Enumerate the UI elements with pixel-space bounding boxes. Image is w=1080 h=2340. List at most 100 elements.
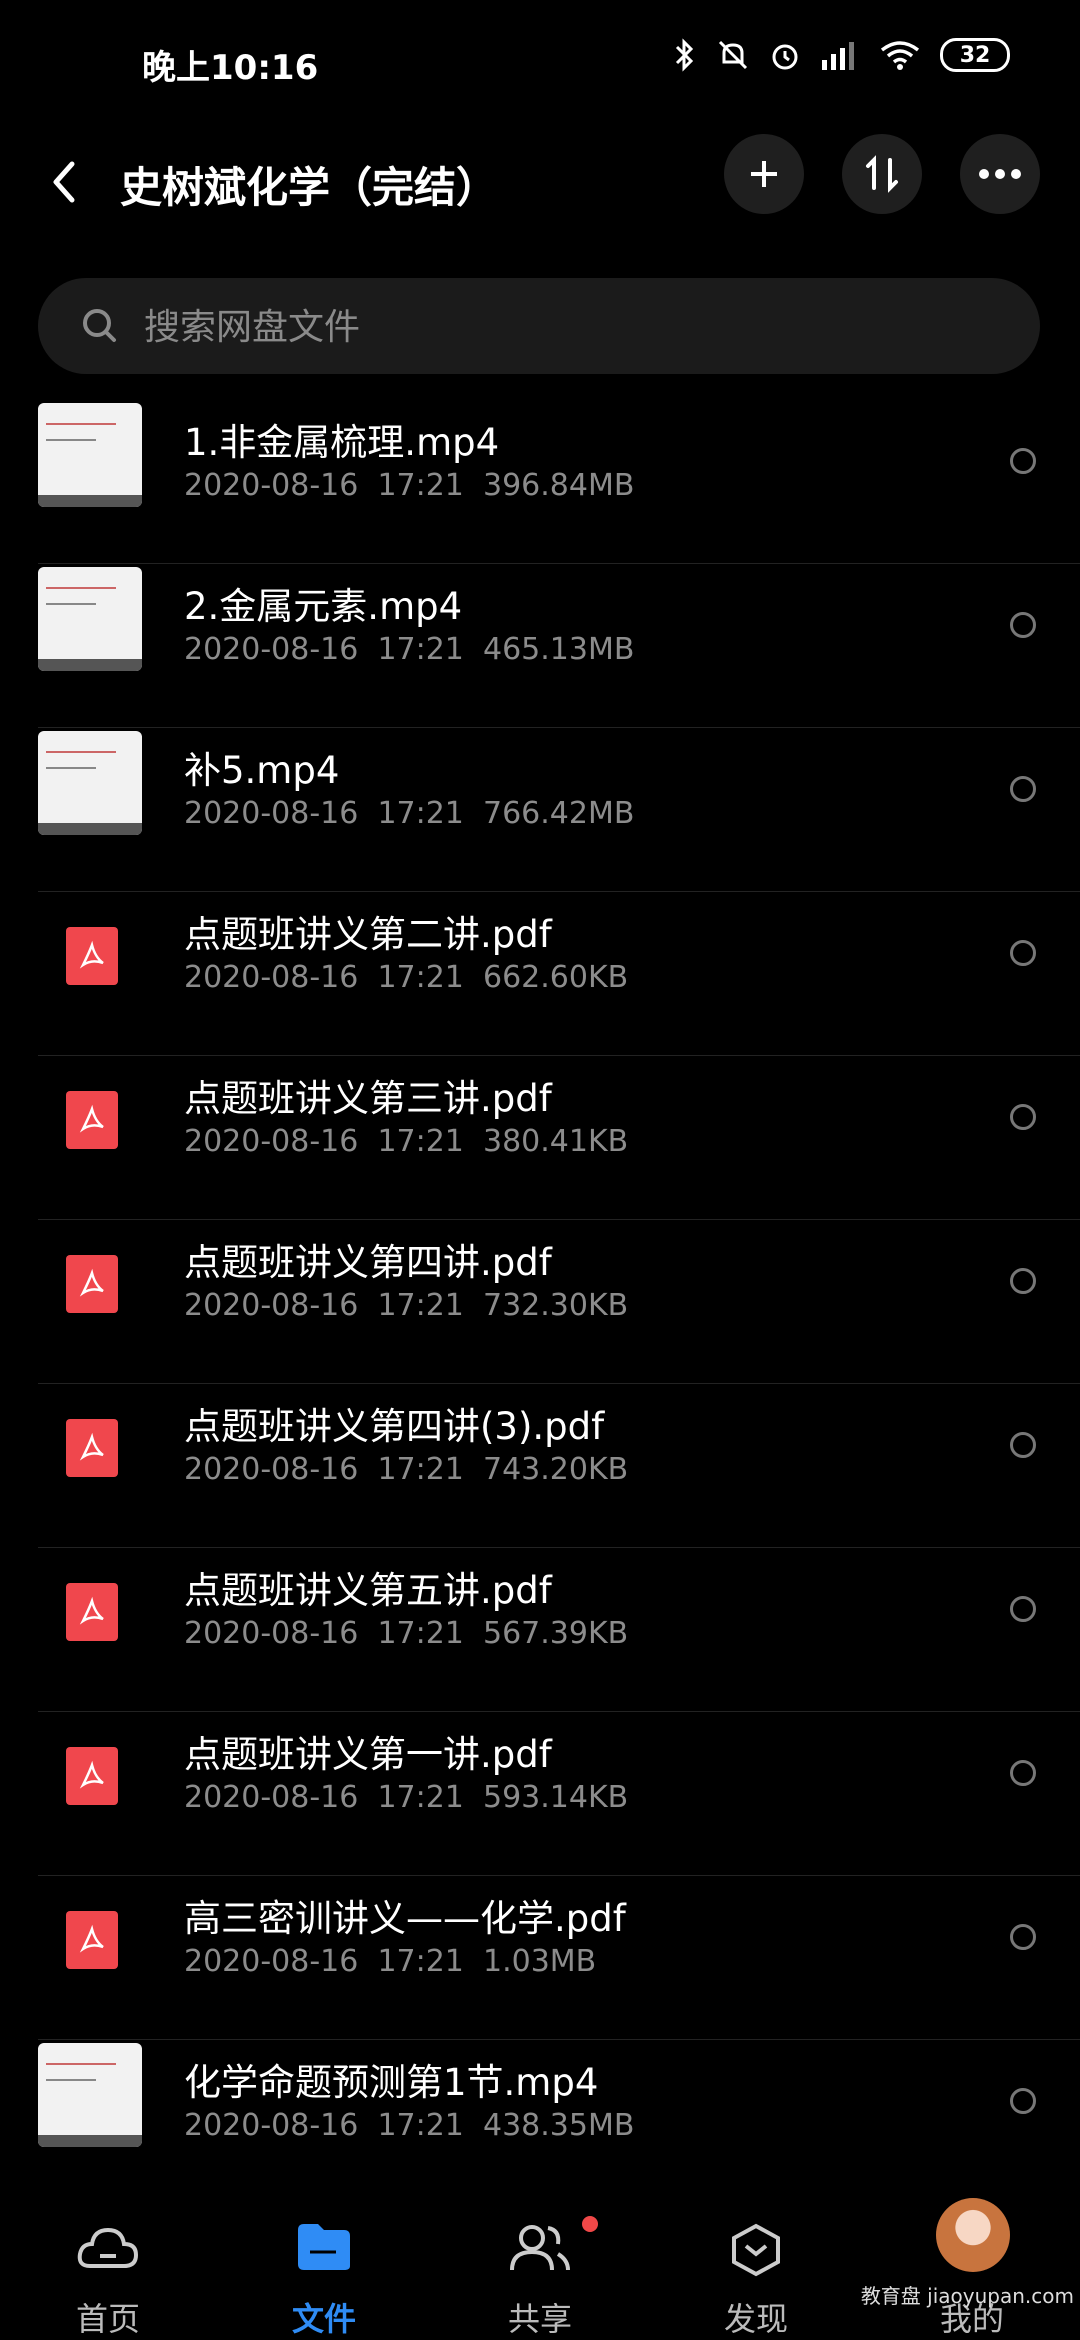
- file-name: 1.非金属梳理.mp4: [184, 421, 500, 464]
- file-meta: 2020-08-16 17:21 567.39KB: [184, 1616, 628, 1651]
- add-button[interactable]: [724, 134, 804, 214]
- share-badge: [582, 2216, 598, 2232]
- status-icons: 32: [672, 38, 1010, 72]
- file-time: 17:21: [377, 1288, 464, 1323]
- file-size: 380.41KB: [482, 1124, 629, 1159]
- alarm-icon: [772, 44, 798, 70]
- file-time: 17:21: [377, 1616, 464, 1651]
- video-thumbnail: [38, 731, 142, 835]
- file-time: 17:21: [377, 468, 464, 503]
- file-row[interactable]: 点题班讲义第三讲.pdf 2020-08-16 17:21 380.41KB: [38, 1056, 1080, 1220]
- folder-icon: [298, 2224, 350, 2270]
- file-size: 438.35MB: [482, 2108, 635, 2143]
- file-date: 2020-08-16: [184, 632, 359, 667]
- select-checkbox[interactable]: [1010, 940, 1036, 966]
- file-name: 化学命题预测第1节.mp4: [184, 2061, 599, 2104]
- nav-home[interactable]: 首页: [0, 2172, 216, 2340]
- file-time: 17:21: [377, 1452, 464, 1487]
- file-date: 2020-08-16: [184, 1944, 359, 1979]
- mute-bell-icon: [718, 40, 748, 70]
- header: 史树斌化学（完结）: [0, 130, 1080, 240]
- signal-icon: [822, 42, 854, 70]
- file-time: 17:21: [377, 1944, 464, 1979]
- search-input[interactable]: [142, 278, 946, 376]
- nav-discover-label: 发现: [723, 2300, 788, 2338]
- nav-files-label: 文件: [291, 2300, 356, 2338]
- file-date: 2020-08-16: [184, 796, 359, 831]
- file-size: 593.14KB: [482, 1780, 629, 1815]
- file-size: 766.42MB: [482, 796, 635, 831]
- file-date: 2020-08-16: [184, 468, 359, 503]
- file-meta: 2020-08-16 17:21 438.35MB: [184, 2108, 634, 2143]
- file-size: 465.13MB: [482, 632, 635, 667]
- battery-indicator: 32: [940, 38, 1010, 72]
- file-name: 点题班讲义第一讲.pdf: [184, 1733, 552, 1776]
- search-icon: [83, 309, 116, 342]
- file-meta: 2020-08-16 17:21 396.84MB: [184, 468, 634, 503]
- file-size: 662.60KB: [482, 960, 629, 995]
- plus-icon: [751, 161, 777, 187]
- file-name: 点题班讲义第四讲.pdf: [184, 1241, 552, 1284]
- pdf-icon: [66, 927, 118, 985]
- more-dots-icon: [979, 169, 1021, 179]
- select-checkbox[interactable]: [1010, 1924, 1036, 1950]
- file-row[interactable]: 点题班讲义第一讲.pdf 2020-08-16 17:21 593.14KB: [38, 1712, 1080, 1876]
- chevron-left-icon: [53, 161, 75, 203]
- pdf-icon: [66, 1419, 118, 1477]
- bottom-nav: 首页 文件 共享 发现 我的: [0, 2172, 1080, 2340]
- file-size: 732.30KB: [482, 1288, 629, 1323]
- file-size: 743.20KB: [482, 1452, 629, 1487]
- nav-files[interactable]: 文件: [216, 2172, 432, 2340]
- select-checkbox[interactable]: [1010, 776, 1036, 802]
- select-checkbox[interactable]: [1010, 1432, 1036, 1458]
- pdf-icon: [66, 1747, 118, 1805]
- search-bar[interactable]: [38, 278, 1040, 376]
- file-name: 点题班讲义第三讲.pdf: [184, 1077, 552, 1120]
- nav-home-label: 首页: [75, 2300, 140, 2338]
- watermark: 教育盘 jiaoyupan.com: [860, 2284, 1074, 2308]
- file-row[interactable]: 点题班讲义第四讲.pdf 2020-08-16 17:21 732.30KB: [38, 1220, 1080, 1384]
- file-row[interactable]: 高三密训讲义——化学.pdf 2020-08-16 17:21 1.03MB: [38, 1876, 1080, 2040]
- select-checkbox[interactable]: [1010, 1268, 1036, 1294]
- file-name: 2.金属元素.mp4: [184, 585, 463, 628]
- file-date: 2020-08-16: [184, 1780, 359, 1815]
- file-meta: 2020-08-16 17:21 766.42MB: [184, 796, 634, 831]
- more-button[interactable]: [960, 134, 1040, 214]
- sort-icon: [866, 155, 898, 193]
- file-name: 点题班讲义第二讲.pdf: [184, 913, 552, 956]
- file-time: 17:21: [377, 2108, 464, 2143]
- file-meta: 2020-08-16 17:21 380.41KB: [184, 1124, 628, 1159]
- select-checkbox[interactable]: [1010, 2088, 1036, 2114]
- nav-share[interactable]: 共享: [432, 2172, 648, 2340]
- select-checkbox[interactable]: [1010, 612, 1036, 638]
- select-checkbox[interactable]: [1010, 1104, 1036, 1130]
- file-name: 高三密训讲义——化学.pdf: [184, 1897, 626, 1940]
- status-time: 晚上10:16: [142, 48, 319, 88]
- select-checkbox[interactable]: [1010, 1596, 1036, 1622]
- file-meta: 2020-08-16 17:21 593.14KB: [184, 1780, 628, 1815]
- file-time: 17:21: [377, 1124, 464, 1159]
- file-size: 567.39KB: [482, 1616, 629, 1651]
- select-checkbox[interactable]: [1010, 1760, 1036, 1786]
- sort-button[interactable]: [842, 134, 922, 214]
- file-meta: 2020-08-16 17:21 662.60KB: [184, 960, 628, 995]
- file-row[interactable]: 点题班讲义第四讲(3).pdf 2020-08-16 17:21 743.20K…: [38, 1384, 1080, 1548]
- page-title: 史树斌化学（完结）: [120, 163, 499, 212]
- video-thumbnail: [38, 403, 142, 507]
- file-row[interactable]: 2.金属元素.mp4 2020-08-16 17:21 465.13MB: [38, 564, 1080, 728]
- nav-share-label: 共享: [507, 2300, 572, 2338]
- pdf-icon: [66, 1091, 118, 1149]
- wifi-icon: [880, 41, 920, 70]
- select-checkbox[interactable]: [1010, 448, 1036, 474]
- file-row[interactable]: 点题班讲义第二讲.pdf 2020-08-16 17:21 662.60KB: [38, 892, 1080, 1056]
- file-time: 17:21: [377, 796, 464, 831]
- file-row[interactable]: 1.非金属梳理.mp4 2020-08-16 17:21 396.84MB: [38, 400, 1080, 564]
- file-row[interactable]: 点题班讲义第五讲.pdf 2020-08-16 17:21 567.39KB: [38, 1548, 1080, 1712]
- file-time: 17:21: [377, 960, 464, 995]
- video-thumbnail: [38, 2043, 142, 2147]
- file-meta: 2020-08-16 17:21 732.30KB: [184, 1288, 628, 1323]
- back-button[interactable]: [44, 152, 94, 212]
- nav-discover[interactable]: 发现: [648, 2172, 864, 2340]
- file-row[interactable]: 补5.mp4 2020-08-16 17:21 766.42MB: [38, 728, 1080, 892]
- nav-mine[interactable]: 我的: [864, 2172, 1080, 2340]
